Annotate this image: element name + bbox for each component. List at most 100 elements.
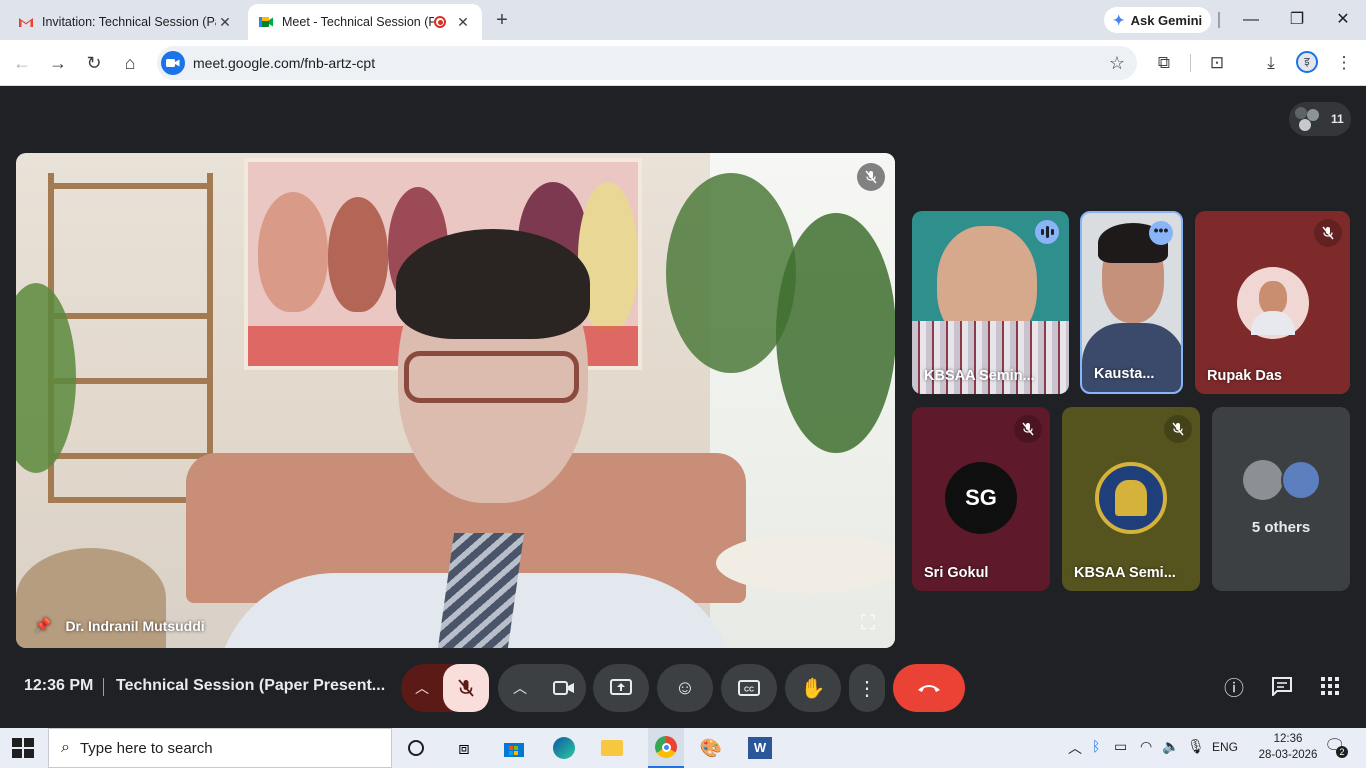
more-options-button[interactable]: ⋮ [849,664,885,712]
tab-meet[interactable]: Meet - Technical Session (Pa ✕ [248,4,482,40]
participant-name: Rupak Das [1207,368,1282,384]
others-label: 5 others [1251,519,1311,536]
others-tile[interactable]: 5 others [1212,407,1350,591]
leave-call-button[interactable] [893,664,965,712]
camera-toggle-button[interactable] [542,664,586,712]
meeting-info-icon[interactable]: ⓘ [1221,676,1247,702]
ask-gemini-label: Ask Gemini [1130,12,1203,28]
forward-arrow-icon[interactable]: → [46,51,70,75]
cast-search-icon[interactable]: ⊡ [1205,51,1229,75]
back-arrow-icon[interactable]: ← [10,51,34,75]
search-placeholder: Type here to search [79,739,213,757]
bluetooth-icon[interactable]: ᛒ [1092,738,1100,754]
new-tab-icon[interactable]: + [490,9,514,33]
search-icon: ⌕ [61,739,70,756]
participant-tile-kaustav[interactable]: ••• Kausta... [1080,211,1183,394]
tab-close-icon[interactable]: ✕ [216,13,234,31]
task-view-icon[interactable]: ⧈ [450,734,478,762]
show-hidden-icons-icon[interactable]: ︿ [1068,738,1082,758]
participant-name: KBSAA Semi... [1074,565,1176,581]
taskbar-date: 28-03-2026 [1258,749,1318,761]
participant-tile-sri-gokul[interactable]: SG Sri Gokul [912,407,1050,591]
main-speaker-name: Dr. Indranil Mutsuddi [65,617,205,634]
gmail-icon [19,18,33,27]
svg-text:CC: CC [744,687,754,694]
home-icon[interactable]: ⌂ [118,51,142,75]
paint-icon[interactable]: 🎨 [697,734,725,762]
notification-count: 2 [1336,746,1348,758]
speaking-indicator-icon [1035,220,1059,244]
file-explorer-icon[interactable] [598,734,626,762]
language-indicator[interactable]: ENG [1212,740,1238,754]
edge-icon[interactable] [550,734,578,762]
profile-avatar[interactable]: इ [1296,51,1318,73]
participant-avatar [1237,267,1309,339]
tab-invitation[interactable]: Invitation: Technical Session (Pa ✕ [8,4,244,40]
kebab-icon: ⋮ [857,677,877,700]
close-window-button[interactable]: ✕ [1329,8,1357,32]
menu-kebab-icon[interactable]: ⋮ [1332,51,1356,75]
reactions-button[interactable]: ☺ [657,664,713,712]
participant-tile-kbsaa-2[interactable]: KBSAA Semi... [1062,407,1200,591]
camera-icon [553,681,574,695]
background-plant [776,213,895,453]
mic-control-group: ︿ [401,664,489,712]
browser-tab-strip: Invitation: Technical Session (Pa ✕ Meet… [0,0,1366,40]
volume-icon[interactable]: 🔈 [1162,738,1179,755]
participant-count: 11 [1331,112,1344,126]
extensions-icon[interactable]: ⧉ [1152,51,1176,75]
wifi-icon[interactable]: ◠ [1140,738,1152,755]
google-meet-icon [259,17,273,27]
chat-icon[interactable] [1269,676,1295,702]
gemini-sparkle-icon: ✦ [1112,11,1125,28]
meeting-time: 12:36 PM [24,677,94,694]
reload-icon[interactable]: ↻ [82,51,106,75]
present-screen-button[interactable] [593,664,649,712]
word-icon[interactable]: W [746,734,774,762]
meet-camera-icon[interactable] [161,51,185,75]
download-icon[interactable]: ⤓ [1259,51,1283,75]
camera-options-chevron-icon[interactable]: ︿ [498,664,542,712]
participant-name: Sri Gokul [924,565,989,581]
participant-tile-kbsaa-1[interactable]: KBSAA Semin... [912,211,1069,394]
background-table [716,533,895,593]
minimize-button[interactable]: — [1237,8,1265,32]
url-text[interactable]: meet.google.com/fnb-artz-cpt [193,55,375,71]
meeting-title[interactable]: Technical Session (Paper Present... [116,677,385,695]
taskbar-search-box[interactable]: ⌕ Type here to search [48,728,392,768]
mic-options-chevron-icon[interactable]: ︿ [401,664,443,712]
divider [1190,54,1191,72]
more-options-icon[interactable]: ••• [1149,221,1173,245]
kbsaa-emblem-avatar [1095,462,1167,534]
participant-avatar [1243,460,1283,500]
mic-off-icon [1314,219,1342,247]
cortana-icon[interactable] [402,734,430,762]
tab-close-icon[interactable]: ✕ [454,13,472,31]
camera-control-group: ︿ [498,664,586,712]
end-call-icon [918,685,940,692]
bookmark-star-icon[interactable]: ☆ [1109,53,1125,74]
participants-button[interactable]: 11 [1289,102,1351,136]
microsoft-store-icon[interactable] [500,734,528,762]
background-shelf [48,173,213,503]
meet-call-area: 11 📌 Dr. Indranil Mutsuddi ⛶ KBSAA Semin… [0,87,1366,728]
crop-icon[interactable]: ⛶ [855,610,881,636]
chrome-icon[interactable] [648,728,684,768]
ask-gemini-button[interactable]: ✦ Ask Gemini [1104,7,1211,33]
mic-toggle-button[interactable] [443,664,489,712]
microphone-icon[interactable]: 🎙 [1187,738,1205,755]
activities-grid-icon[interactable] [1317,676,1343,702]
raise-hand-button[interactable]: ✋ [785,664,841,712]
participant-avatar [1281,460,1321,500]
taskbar-clock[interactable]: 12:36 28-03-2026 [1256,731,1320,763]
restore-button[interactable]: ❐ [1283,8,1311,32]
captions-button[interactable]: CC [721,664,777,712]
main-speaker-tile[interactable]: 📌 Dr. Indranil Mutsuddi ⛶ [16,153,895,648]
participant-tile-rupak[interactable]: Rupak Das [1195,211,1350,394]
participant-shirt [1082,323,1181,392]
omnibox[interactable]: meet.google.com/fnb-artz-cpt ☆ [157,46,1137,80]
hand-icon: ✋ [800,677,826,700]
battery-icon[interactable]: ▭ [1114,738,1127,755]
pin-icon[interactable]: 📌 [34,617,51,634]
windows-start-icon[interactable] [12,738,34,758]
